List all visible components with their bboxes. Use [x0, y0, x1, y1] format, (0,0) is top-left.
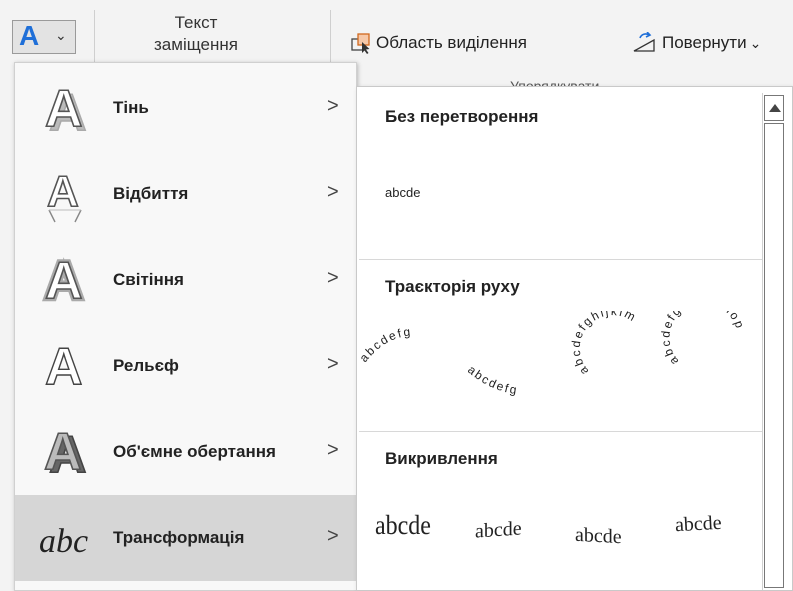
divider — [359, 431, 763, 432]
menu-item-label: Об'ємне обертання — [113, 442, 276, 461]
follow-path-title: Траєкторія руху — [385, 277, 520, 296]
text-effects-menu: A A Тінь > A Відбиття > A A Світіння > A… — [14, 62, 357, 591]
chevron-right-icon: > — [327, 525, 339, 547]
menu-item-transform[interactable]: abc Трансформація > — [15, 495, 356, 581]
menu-item-bevel[interactable]: A Рельєф > — [15, 323, 356, 409]
chevron-right-icon: > — [327, 439, 339, 461]
alt-text-label-2: заміщення — [154, 35, 238, 54]
menu-item-label: Рельєф — [113, 356, 179, 375]
gallery-scrollbar[interactable] — [762, 93, 787, 590]
ribbon-separator — [94, 10, 95, 70]
scroll-thumb[interactable] — [764, 123, 784, 588]
chevron-right-icon: > — [327, 267, 339, 289]
follow-path-arch-up-option[interactable]: abcdefg — [357, 324, 413, 364]
menu-item-label: Тінь — [113, 98, 149, 117]
menu-item-label: Трансформація — [113, 528, 245, 547]
path-sample-text: abcdefg — [357, 324, 411, 364]
rotate-button[interactable]: Повернути ⌄ — [632, 32, 761, 54]
scroll-up-button[interactable] — [764, 95, 784, 121]
follow-path-options: abcdefg abcdefg abcdefghijklm abcdefghij… — [357, 311, 747, 398]
rotate-icon — [633, 32, 655, 52]
path-sample-text: abcdefghijklmnop — [658, 311, 745, 368]
svg-text:abcdefghijklmnop: abcdefghijklmnop — [658, 311, 747, 368]
no-transform-title: Без перетворення — [385, 107, 539, 126]
menu-item-label: Світіння — [113, 270, 184, 289]
chevron-right-icon: > — [327, 181, 339, 203]
follow-path-button-option[interactable]: abcdefghijklmnop — [658, 311, 747, 368]
selection-pane-label: Область виділення — [376, 33, 528, 52]
warp-stop-option[interactable]: abcde — [475, 517, 522, 543]
svg-text:A: A — [45, 252, 83, 310]
chevron-down-icon: ⌄ — [55, 27, 67, 43]
divider — [359, 259, 763, 260]
svg-text:A: A — [44, 423, 82, 481]
text-effects-icon: A — [19, 20, 40, 51]
warp-triangle-option[interactable]: abcde — [575, 524, 622, 549]
menu-item-reflection[interactable]: A Відбиття > — [15, 151, 356, 237]
svg-text:abcdefg: abcdefg — [357, 324, 413, 364]
chevron-right-icon: > — [327, 95, 339, 117]
svg-text:abcdefg: abcdefg — [465, 363, 519, 398]
glow-a-icon: A A — [42, 250, 86, 310]
text-effects-button[interactable]: A ⌄ — [12, 20, 76, 54]
selection-pane-icon — [351, 33, 370, 54]
svg-text:A: A — [45, 80, 83, 138]
chevron-right-icon: > — [327, 353, 339, 375]
warp-chevron-option[interactable]: abcde — [674, 512, 722, 537]
svg-text:abc: abc — [39, 523, 88, 560]
svg-text:A: A — [45, 338, 83, 396]
menu-item-shadow[interactable]: A A Тінь > — [15, 65, 356, 151]
selection-pane-button[interactable]: Область виділення — [350, 32, 527, 54]
follow-path-arch-down-option[interactable]: abcdefg — [465, 363, 519, 398]
warp-plain-option[interactable]: abcde — [375, 511, 431, 542]
warp-title: Викривлення — [385, 449, 498, 468]
svg-text:abcdefghijklm: abcdefghijklm — [569, 311, 640, 378]
follow-path-circle-option[interactable]: abcdefghijklm — [569, 311, 640, 378]
3d-rotation-a-icon: A A — [43, 422, 87, 482]
menu-item-label: Відбиття — [113, 184, 189, 203]
menu-item-glow[interactable]: A A Світіння > — [15, 237, 356, 323]
transform-abc-icon: abc — [39, 523, 88, 560]
no-transform-option[interactable]: abcde — [385, 185, 420, 200]
bevel-a-icon: A — [44, 337, 83, 396]
reflection-a-icon: A — [46, 166, 82, 223]
rotate-label: Повернути — [662, 33, 747, 52]
alt-text-label-1: Текст — [174, 13, 218, 32]
path-sample-text: abcdefghijklm — [569, 311, 638, 378]
path-sample-text: abcdefg — [465, 363, 517, 398]
menu-item-3d-rotation[interactable]: A A Об'ємне обертання > — [15, 409, 356, 495]
alt-text-button[interactable]: Текст заміщення — [116, 12, 276, 56]
shadow-a-icon: A A — [44, 79, 87, 138]
chevron-down-icon: ⌄ — [749, 34, 762, 51]
svg-text:A: A — [47, 167, 79, 216]
transform-gallery: Без перетворення abcde Траєкторія руху a… — [356, 86, 793, 591]
ribbon-separator — [330, 10, 331, 70]
